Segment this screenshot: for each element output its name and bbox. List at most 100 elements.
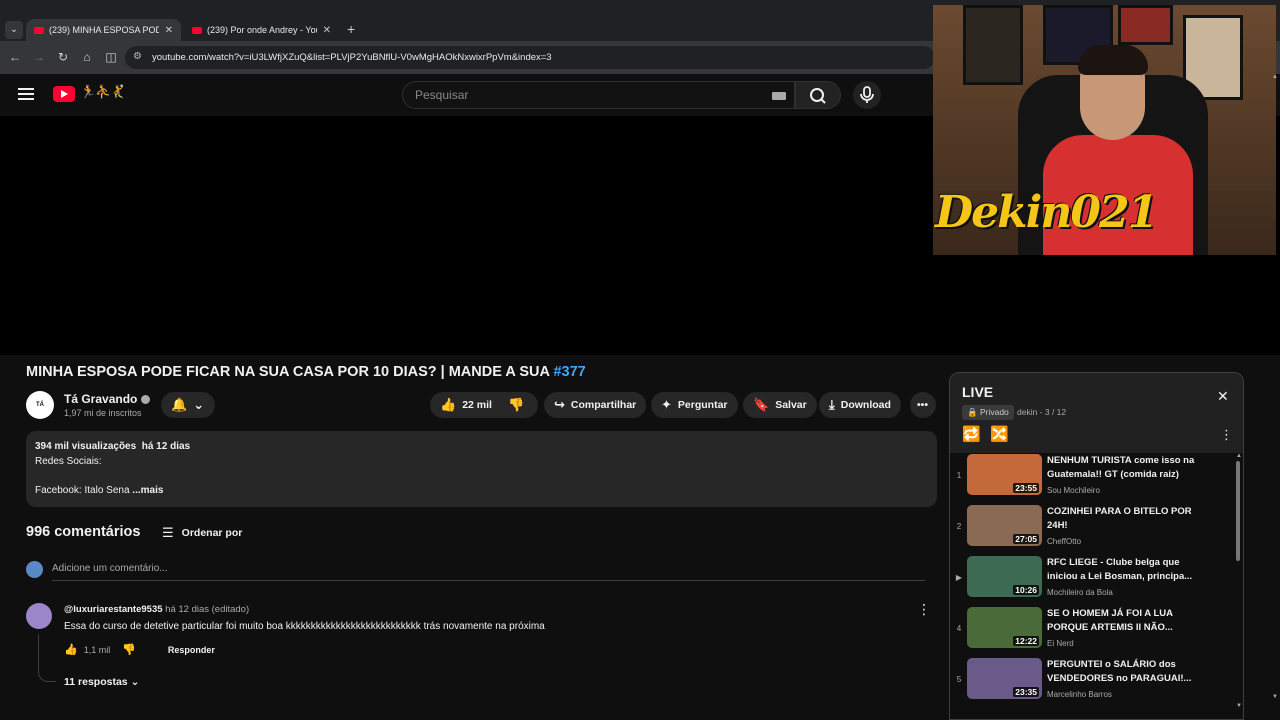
- playlist-title[interactable]: LIVE: [962, 384, 993, 400]
- keyboard-icon[interactable]: [772, 92, 786, 100]
- video-duration: 23:55: [1013, 483, 1039, 493]
- playlist-item-title[interactable]: NENHUM TURISTA come isso na Guatemala!! …: [1047, 454, 1197, 482]
- comment-time[interactable]: há 12 dias (editado): [165, 604, 249, 615]
- download-icon: ⤓: [829, 397, 835, 412]
- back-icon[interactable]: ←: [7, 50, 23, 64]
- search-button[interactable]: [795, 81, 841, 109]
- add-comment-input[interactable]: Adicione um comentário...: [52, 563, 168, 574]
- channel-name[interactable]: Tá Gravando: [64, 392, 151, 406]
- youtube-logo[interactable]: [53, 86, 75, 102]
- comment-author-avatar[interactable]: [26, 603, 52, 629]
- browser-tab-active[interactable]: (239) MINHA ESPOSA PODE FIC ✕: [26, 19, 181, 41]
- streamer-hair: [1078, 45, 1148, 75]
- new-tab-button[interactable]: +: [347, 21, 355, 37]
- view-count: 394 mil visualizações: [35, 441, 137, 452]
- like-count[interactable]: 22 mil: [462, 399, 492, 411]
- playlist-meta: dekin - 3 / 12: [1017, 407, 1067, 417]
- dislike-icon[interactable]: 👎: [508, 397, 524, 413]
- dislike-icon[interactable]: 👎: [122, 643, 136, 656]
- shuffle-icon[interactable]: 🔀: [990, 425, 1009, 443]
- download-button[interactable]: ⤓ Download: [819, 392, 901, 418]
- scroll-down-arrow-icon[interactable]: ▼: [1236, 703, 1242, 709]
- video-duration: 10:26: [1013, 585, 1039, 595]
- address-bar[interactable]: ⚙ youtube.com/watch?v=iU3LWfjXZuQ&list=P…: [125, 46, 935, 69]
- playlist-item-current[interactable]: ▶ 10:26 RFC LIEGE - Clube belga que inic…: [950, 556, 1235, 604]
- loop-icon[interactable]: 🔁: [962, 425, 981, 443]
- search-input[interactable]: Pesquisar: [402, 81, 795, 109]
- close-tab-icon[interactable]: ✕: [165, 25, 173, 36]
- browser-tab[interactable]: (239) Por onde Andrey - YouTu ✕: [184, 19, 339, 41]
- channel-avatar[interactable]: TÁ GRAVANDO: [26, 391, 60, 436]
- user-avatar: [26, 561, 43, 578]
- playlist-item-channel: Marcelinho Barros: [1047, 690, 1112, 699]
- more-actions-button[interactable]: •••: [910, 392, 936, 418]
- voice-search-button[interactable]: [853, 81, 881, 109]
- playlist-index: 2: [956, 522, 962, 531]
- reload-icon[interactable]: ↻: [55, 50, 71, 64]
- video-thumbnail[interactable]: 23:55: [967, 454, 1042, 495]
- forward-icon[interactable]: →: [31, 50, 47, 64]
- comment-input-underline: [52, 580, 925, 581]
- playlist-item[interactable]: 4 12:22 SE O HOMEM JÁ FOI A LUA PORQUE A…: [950, 607, 1235, 655]
- youtube-doodle[interactable]: 🏃⛹🤾: [80, 84, 127, 100]
- like-icon[interactable]: 👍: [64, 643, 78, 656]
- sidepanel-icon[interactable]: ◫: [103, 50, 119, 64]
- description-line: Facebook: Italo Sena: [35, 484, 130, 496]
- playlist-scrollbar[interactable]: [1236, 461, 1240, 561]
- chevron-down-icon: ⌄: [130, 676, 140, 688]
- ask-button[interactable]: ✦ Perguntar: [651, 392, 738, 418]
- show-more-link[interactable]: ...mais: [132, 485, 163, 496]
- page-scroll-down-icon[interactable]: ▼: [1272, 694, 1278, 700]
- close-icon[interactable]: ✕: [1217, 388, 1229, 405]
- reply-button[interactable]: Responder: [168, 645, 215, 655]
- like-icon[interactable]: 👍: [440, 397, 456, 413]
- video-hashtag[interactable]: #377: [553, 364, 585, 380]
- playlist-index: 1: [956, 471, 962, 480]
- youtube-favicon-icon: [192, 26, 202, 34]
- notifications-button[interactable]: 🔔 ⌄: [161, 392, 215, 418]
- video-duration: 23:35: [1013, 687, 1039, 697]
- search-placeholder: Pesquisar: [415, 88, 469, 102]
- more-vertical-icon[interactable]: ⋮: [1220, 427, 1233, 443]
- view-replies-button[interactable]: 11 respostas ⌄: [64, 676, 139, 688]
- sparkle-icon: ✦: [661, 397, 672, 412]
- playlist-header: LIVE ✕ 🔒 Privado dekin - 3 / 12 🔁 🔀 ⋮: [950, 373, 1243, 453]
- sort-comments-button[interactable]: ☰ Ordenar por: [162, 525, 242, 541]
- playlist-item-title[interactable]: SE O HOMEM JÁ FOI A LUA PORQUE ARTEMIS I…: [1047, 607, 1197, 635]
- chevron-down-icon: ⌄: [193, 397, 205, 412]
- comment-author[interactable]: @luxuriarestante9535: [64, 604, 163, 615]
- playlist-item-channel: CheffOtto: [1047, 537, 1082, 546]
- menu-icon[interactable]: [18, 88, 34, 100]
- playlist-index: 4: [956, 624, 962, 633]
- playlist-item[interactable]: 5 23:35 PERGUNTEI o SALÁRIO dos VENDEDOR…: [950, 658, 1235, 706]
- close-tab-icon[interactable]: ✕: [323, 25, 331, 36]
- playlist-item-title[interactable]: COZINHEI PARA O BITELO POR 24H!: [1047, 505, 1197, 533]
- site-info-icon[interactable]: ⚙: [133, 51, 142, 62]
- playlist-index: 5: [956, 675, 962, 684]
- more-horizontal-icon: •••: [917, 399, 929, 411]
- verified-icon: [141, 395, 151, 405]
- video-thumbnail[interactable]: 23:35: [967, 658, 1042, 699]
- playlist-item-title[interactable]: PERGUNTEI o SALÁRIO dos VENDEDORES no PA…: [1047, 658, 1197, 686]
- playlist-item-channel: Mochileiro da Bola: [1047, 588, 1113, 597]
- home-icon[interactable]: ⌂: [79, 50, 95, 64]
- page-scroll-up-icon[interactable]: ▲: [1272, 74, 1278, 80]
- comment-count: 996 comentários: [26, 524, 141, 540]
- playlist-item[interactable]: 2 27:05 COZINHEI PARA O BITELO POR 24H! …: [950, 505, 1235, 553]
- upload-date: há 12 dias: [141, 441, 191, 452]
- video-title: MINHA ESPOSA PODE FICAR NA SUA CASA POR …: [26, 364, 586, 380]
- scroll-up-arrow-icon[interactable]: ▲: [1236, 453, 1242, 459]
- save-button[interactable]: 🔖 Salvar: [743, 392, 817, 418]
- subscriber-count: 1,97 mi de inscritos: [64, 408, 142, 418]
- mic-icon: [860, 86, 874, 103]
- playlist-item-title[interactable]: RFC LIEGE - Clube belga que iniciou a Le…: [1047, 556, 1197, 584]
- comment-more-icon[interactable]: ⋮: [917, 601, 931, 618]
- description-box[interactable]: 394 mil visualizações há 12 dias Redes S…: [26, 431, 937, 507]
- playlist-item[interactable]: 1 23:55 NENHUM TURISTA come isso na Guat…: [950, 454, 1235, 502]
- like-dislike-group: 👍 22 mil 👎: [430, 392, 538, 418]
- share-button[interactable]: ↪ Compartilhar: [544, 392, 647, 418]
- video-thumbnail[interactable]: 12:22: [967, 607, 1042, 648]
- video-thumbnail[interactable]: 10:26: [967, 556, 1042, 597]
- video-thumbnail[interactable]: 27:05: [967, 505, 1042, 546]
- tab-search-dropdown[interactable]: ⌄: [5, 21, 23, 39]
